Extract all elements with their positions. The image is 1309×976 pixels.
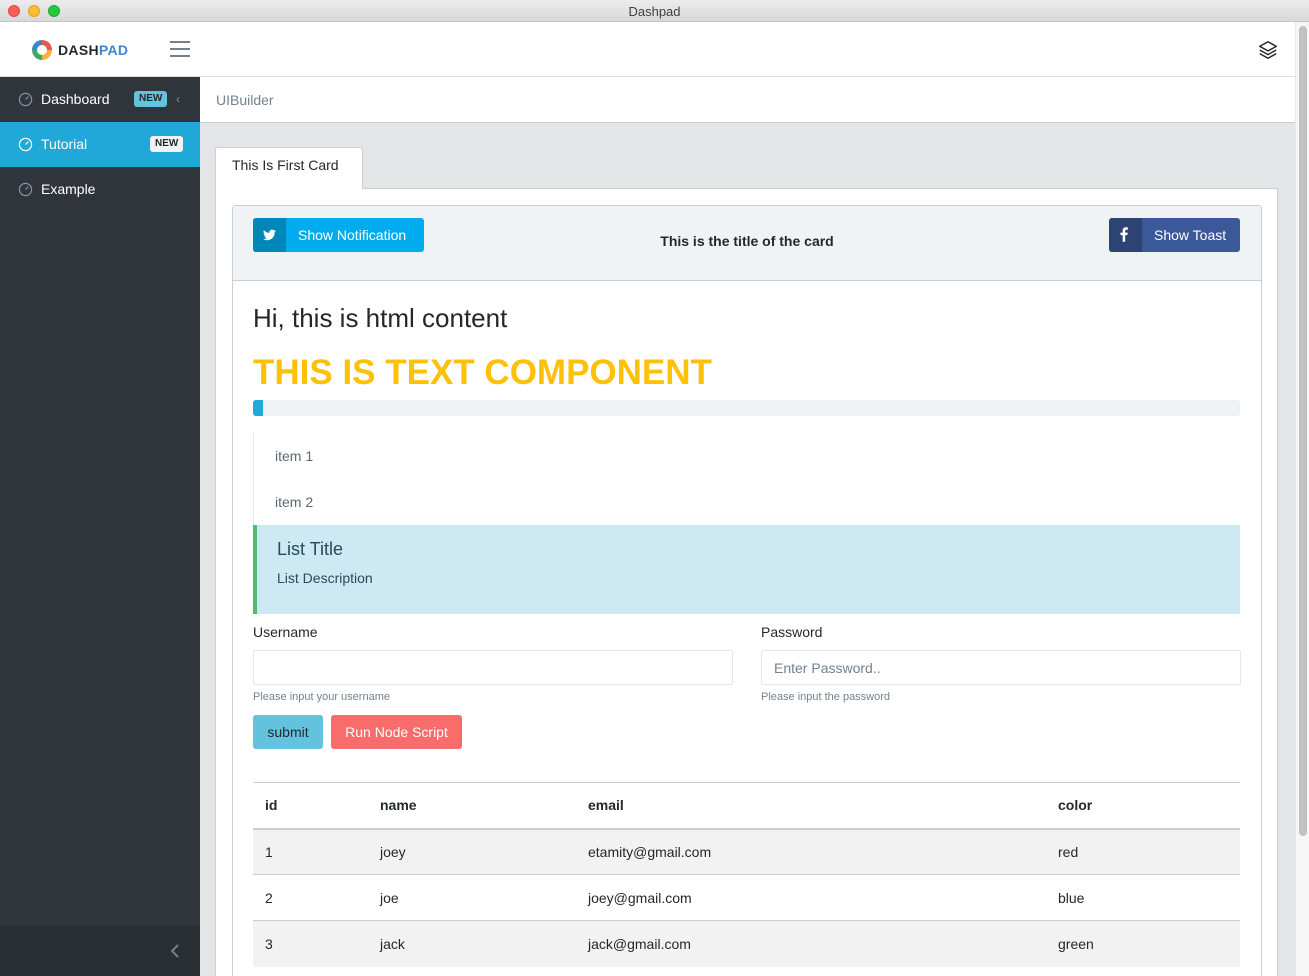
username-input[interactable] <box>253 650 733 685</box>
table-cell: blue <box>1046 874 1240 921</box>
speedometer-icon <box>18 137 33 152</box>
card: Show Notification This is the title of t… <box>232 205 1262 976</box>
table-cell: 3 <box>253 920 368 967</box>
window-titlebar: Dashpad <box>0 0 1309 22</box>
table-cell: etamity@gmail.com <box>576 828 1046 875</box>
run-node-script-button[interactable]: Run Node Script <box>331 715 462 749</box>
list-title: List Title <box>277 539 344 559</box>
top-navbar: DASHPAD <box>0 22 1295 77</box>
progress-bar <box>253 400 1240 416</box>
table-cell: joe <box>368 874 576 921</box>
sidebar-item-label: Dashboard <box>41 91 110 107</box>
sidebar-collapse-icon[interactable] <box>168 942 182 960</box>
list-description: List Description <box>277 570 373 586</box>
speedometer-icon <box>18 92 33 107</box>
data-table: id name email color 1 joey etamity@gmail… <box>253 782 1240 967</box>
tab-pane: Show Notification This is the title of t… <box>215 188 1278 976</box>
card-title: This is the title of the card <box>660 233 834 249</box>
chevron-left-icon: ‹ <box>176 92 180 106</box>
table-cell: joey@gmail.com <box>576 874 1046 921</box>
vertical-scrollbar[interactable] <box>1295 22 1309 976</box>
brand-name-part2: PAD <box>98 42 129 58</box>
table-cell: jack@gmail.com <box>576 920 1046 967</box>
table-cell: jack <box>368 920 576 967</box>
facebook-icon-box <box>1109 218 1142 252</box>
table-row[interactable]: 3 jack jack@gmail.com green <box>253 920 1240 967</box>
sidebar-item-label: Tutorial <box>41 136 88 152</box>
password-input[interactable] <box>761 650 1241 685</box>
brand-name: DASHPAD <box>58 42 128 58</box>
card-header: Show Notification This is the title of t… <box>233 206 1261 281</box>
submit-button[interactable]: submit <box>253 715 323 749</box>
new-badge: NEW <box>134 91 168 107</box>
html-content-text: Hi, this is html content <box>253 303 508 333</box>
table-cell: 1 <box>253 828 368 875</box>
window-title: Dashpad <box>628 4 681 19</box>
brand-logo[interactable]: DASHPAD <box>32 39 128 61</box>
tab-first-card[interactable]: This Is First Card <box>215 147 363 189</box>
username-help: Please input your username <box>253 691 390 703</box>
username-label: Username <box>253 624 318 640</box>
sidebar-item-dashboard[interactable]: Dashboard NEW ‹ <box>0 77 200 122</box>
column-header[interactable]: color <box>1046 782 1240 830</box>
sidebar: Dashboard NEW ‹ Tutorial NEW Example <box>0 77 200 976</box>
list-item[interactable]: item 2 <box>253 479 1240 525</box>
column-header[interactable]: email <box>576 782 1046 830</box>
table-row[interactable]: 2 joe joey@gmail.com blue <box>253 874 1240 921</box>
text-component: THIS IS TEXT COMPONENT <box>253 353 712 392</box>
sidebar-item-example[interactable]: Example <box>0 167 200 212</box>
list-item[interactable]: item 1 <box>253 433 1240 479</box>
password-help: Please input the password <box>761 691 891 703</box>
list-item-active[interactable]: List Title List Description <box>253 525 1240 614</box>
brand-name-part1: DASH <box>58 42 99 58</box>
column-header[interactable]: name <box>368 782 576 830</box>
sidebar-footer <box>0 926 200 976</box>
sidebar-item-label: Example <box>41 181 96 197</box>
show-toast-button[interactable]: Show Toast <box>1109 218 1240 252</box>
sidebar-item-tutorial[interactable]: Tutorial NEW <box>0 122 200 167</box>
scrollbar-thumb[interactable] <box>1299 26 1307 836</box>
progress-bar-fill <box>253 400 263 416</box>
main-content: UIBuilder This Is First Card Show Notifi… <box>200 77 1295 976</box>
speedometer-icon <box>18 182 33 197</box>
breadcrumb-item[interactable]: UIBuilder <box>216 92 274 108</box>
table-row[interactable]: 1 joey etamity@gmail.com red <box>253 828 1240 875</box>
layers-icon[interactable] <box>1257 39 1279 61</box>
table-cell: joey <box>368 828 576 875</box>
facebook-icon <box>1120 227 1128 242</box>
logo-icon <box>32 40 52 60</box>
new-badge: NEW <box>150 136 184 152</box>
list-item-label: item 2 <box>275 494 314 510</box>
column-header[interactable]: id <box>253 782 368 830</box>
table-cell: red <box>1046 828 1240 875</box>
password-label: Password <box>761 624 823 640</box>
breadcrumb: UIBuilder <box>200 77 1295 123</box>
table-cell: 2 <box>253 874 368 921</box>
table-cell: green <box>1046 920 1240 967</box>
button-label: Show Toast <box>1154 227 1227 243</box>
menu-toggle-icon[interactable] <box>170 41 190 57</box>
table-header-row: id name email color <box>253 782 1240 830</box>
list-item-label: item 1 <box>275 448 314 464</box>
